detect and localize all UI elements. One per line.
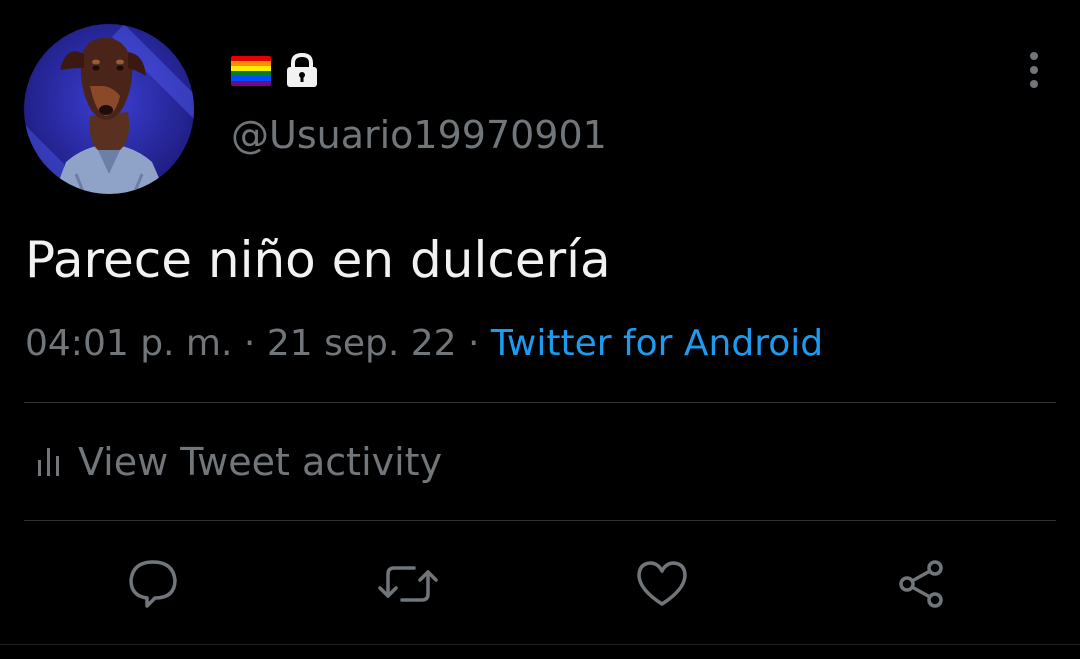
share-icon [899, 560, 943, 608]
meta-separator: · [243, 323, 256, 364]
retweet-button[interactable] [378, 556, 438, 612]
tweet-source-link[interactable]: Twitter for Android [491, 323, 823, 364]
divider [24, 402, 1056, 403]
author-name-row[interactable] [231, 52, 319, 90]
divider [0, 644, 1080, 645]
like-button[interactable] [634, 556, 690, 612]
tweet-detail: @Usuario19970901 Parece niño en dulcería… [0, 0, 1080, 659]
rainbow-flag-icon [231, 56, 271, 86]
tweet-metadata: 04:01 p. m. · 21 sep. 22 · Twitter for A… [25, 320, 823, 368]
doberman-avatar-icon [24, 24, 194, 194]
author-handle[interactable]: @Usuario19970901 [231, 110, 607, 160]
divider [24, 520, 1056, 521]
more-vertical-icon [1030, 52, 1038, 88]
reply-icon [129, 560, 177, 608]
view-tweet-activity-label: View Tweet activity [78, 440, 443, 484]
view-tweet-activity-button[interactable]: View Tweet activity [36, 436, 442, 488]
more-options-button[interactable] [1014, 50, 1054, 90]
bar-chart-icon [38, 448, 59, 476]
avatar[interactable] [24, 24, 194, 194]
tweet-time[interactable]: 04:01 p. m. [25, 323, 232, 364]
like-icon [637, 561, 687, 606]
meta-separator: · [467, 323, 480, 364]
reply-button[interactable] [125, 556, 181, 612]
retweet-icon [378, 566, 438, 602]
tweet-text: Parece niño en dulcería [25, 231, 611, 289]
tweet-date[interactable]: 21 sep. 22 [267, 323, 457, 364]
share-button[interactable] [893, 556, 949, 612]
lock-icon [285, 53, 319, 89]
